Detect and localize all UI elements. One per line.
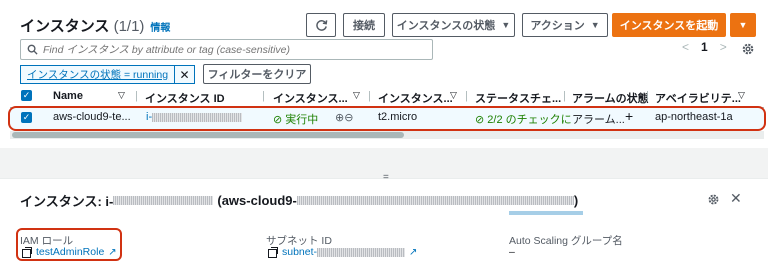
select-all-checkbox[interactable]: ✓	[21, 90, 32, 101]
column-header-availability-zone[interactable]: アベイラビリテ...	[655, 90, 741, 106]
remove-filter-icon[interactable]: ✕	[175, 68, 194, 82]
column-divider: |	[563, 90, 566, 102]
tab-indicator	[509, 211, 583, 215]
subnet-id-value: subnet- ↗	[268, 246, 417, 258]
instance-state-dropdown[interactable]: インスタンスの状態 ▼	[392, 13, 515, 37]
row-highlight	[8, 106, 766, 131]
caret-down-icon: ▼	[590, 20, 600, 30]
column-header-status-check[interactable]: ステータスチェ...	[475, 90, 561, 106]
clear-filters-button[interactable]: フィルターをクリア	[203, 64, 311, 84]
page-title: インスタンス (1/1) 情報	[20, 18, 171, 35]
details-title: インスタンス: i- (aws-cloud9-)	[20, 193, 579, 209]
instance-count: (1/1)	[113, 18, 145, 35]
iam-highlight	[16, 228, 122, 261]
filter-caret-icon[interactable]: ▽	[353, 90, 360, 101]
filter-chip-label[interactable]: インスタンスの状態 = running	[21, 66, 176, 83]
refresh-icon	[315, 19, 327, 31]
filter-caret-icon[interactable]: ▽	[118, 90, 125, 101]
pagination: < 1 >	[682, 40, 727, 54]
caret-down-icon: ▼	[738, 20, 748, 30]
caret-down-icon: ▼	[501, 20, 511, 30]
column-divider: |	[368, 90, 371, 102]
refresh-button[interactable]	[306, 13, 336, 37]
settings-gear-icon[interactable]	[741, 42, 755, 56]
resize-handle[interactable]: =	[383, 172, 389, 183]
column-header-name[interactable]: Name	[53, 90, 83, 102]
info-link[interactable]: 情報	[150, 23, 170, 34]
current-page[interactable]: 1	[701, 40, 708, 54]
search-bar	[20, 39, 433, 60]
search-icon	[27, 44, 38, 55]
launch-options-dropdown[interactable]: ▼	[730, 13, 756, 37]
actions-dropdown[interactable]: アクション ▼	[522, 13, 608, 37]
copy-icon[interactable]	[268, 247, 278, 258]
column-divider: |	[135, 90, 138, 102]
asg-name-label: Auto Scaling グループ名	[509, 235, 623, 247]
column-header-alarm-status[interactable]: アラームの状態	[572, 90, 649, 106]
column-divider: |	[465, 90, 468, 102]
external-link-icon[interactable]: ↗	[409, 247, 417, 258]
table-header: ✓ Name ▽ | インスタンス ID | インスタンス... ▽ | インス…	[0, 90, 768, 106]
search-input[interactable]	[43, 43, 423, 56]
scrollbar-thumb[interactable]	[12, 132, 404, 138]
launch-instance-button[interactable]: インスタンスを起動	[612, 13, 726, 37]
filter-chip: インスタンスの状態 = running ✕	[20, 65, 196, 84]
filter-caret-icon[interactable]: ▽	[738, 90, 745, 101]
connect-button[interactable]: 接続	[343, 13, 385, 37]
subnet-link[interactable]: subnet-	[282, 246, 406, 258]
column-divider: |	[262, 90, 265, 102]
asg-name-value: –	[509, 246, 515, 258]
column-divider: |	[646, 90, 649, 102]
prev-page-button[interactable]: <	[682, 40, 689, 54]
column-header-instance-type[interactable]: インスタンス...	[378, 90, 453, 106]
details-settings-gear-icon[interactable]	[707, 193, 720, 206]
column-header-instance-state[interactable]: インスタンス...	[273, 90, 348, 106]
column-header-instance-id[interactable]: インスタンス ID	[145, 90, 225, 106]
next-page-button[interactable]: >	[720, 40, 727, 54]
close-icon[interactable]: ✕	[730, 190, 742, 207]
filter-caret-icon[interactable]: ▽	[450, 90, 457, 101]
